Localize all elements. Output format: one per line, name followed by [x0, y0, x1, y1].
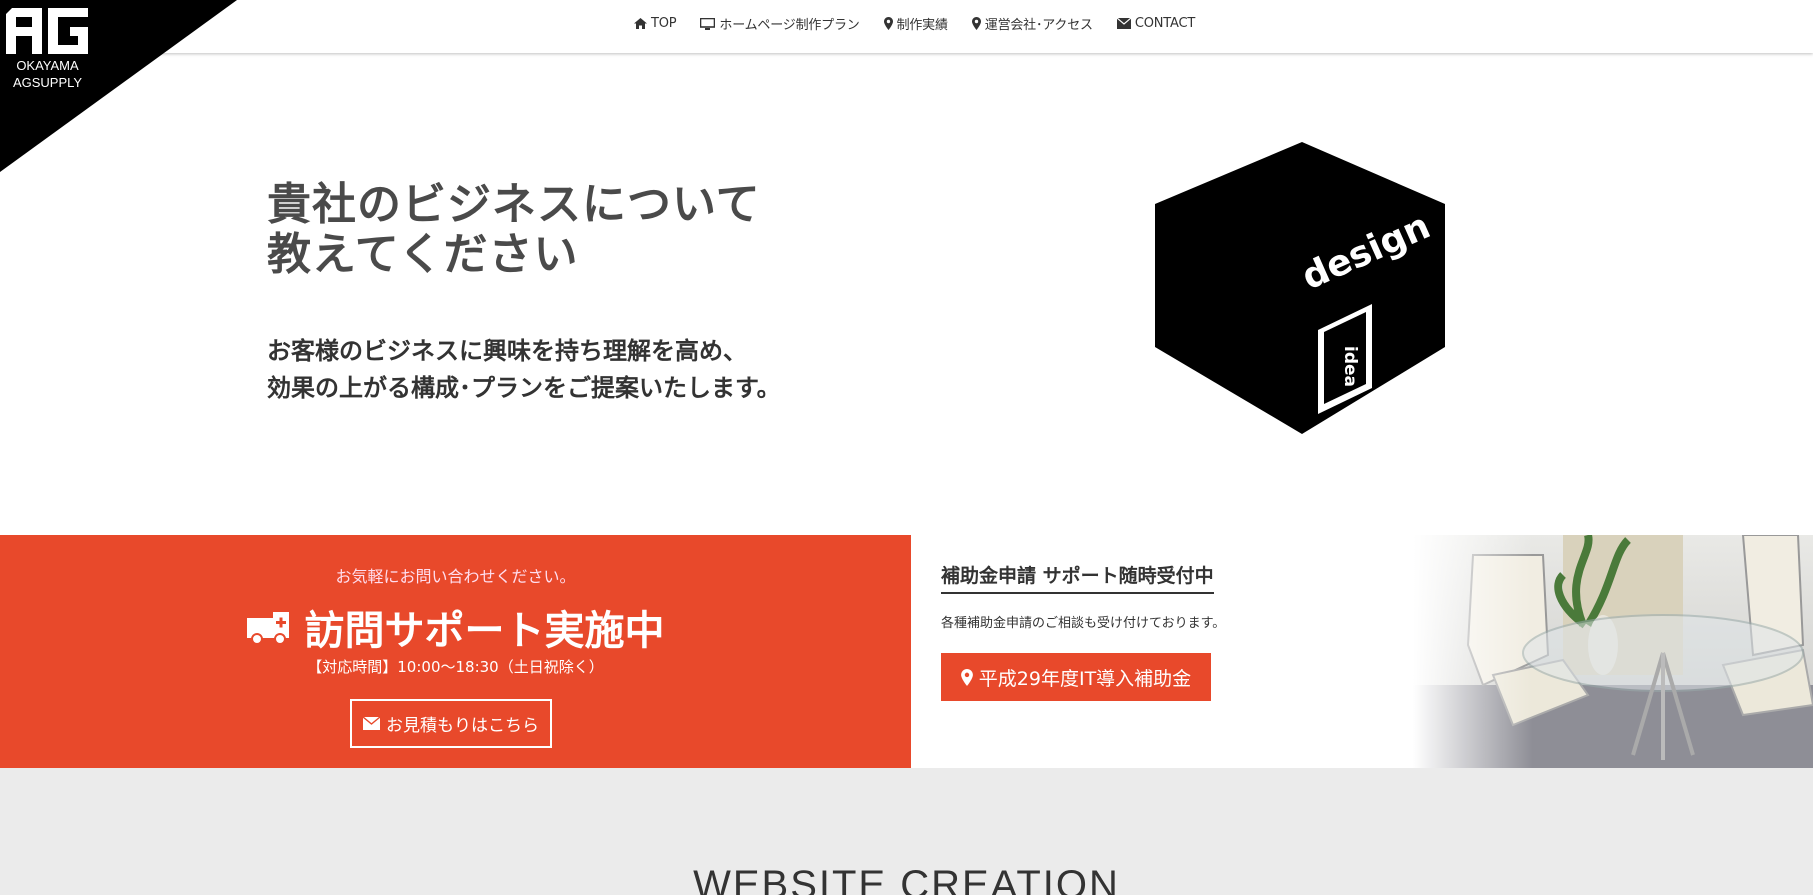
logo[interactable]: OKAYAMA AGSUPPLY — [0, 0, 240, 172]
hero-title-line1: 貴社のビジネスについて — [267, 179, 761, 230]
subsidy-section: 補助金申請 サポート随時受付中 各種補助金申請のご相談も受け付けております。 平… — [911, 535, 1813, 768]
support-hours: 【対応時間】10:00〜18:30（土日祝除く） — [307, 658, 604, 676]
hero-subtitle-line2: 効果の上がる構成･プランをご提案いたします。 — [267, 374, 781, 402]
logo-text: OKAYAMA AGSUPPLY — [0, 57, 95, 91]
home-icon — [634, 18, 647, 29]
visit-support-section: お気軽にお問い合わせください。 訪問サポート実施中 【対応時間】10:00〜18… — [0, 535, 911, 768]
hero-title: 貴社のビジネスについて 教えてください — [267, 180, 761, 280]
it-subsidy-button-label: 平成29年度IT導入補助金 — [978, 667, 1192, 690]
office-chairs-photo — [1413, 535, 1813, 768]
subsidy-description: 各種補助金申請のご相談も受け付けております。 — [941, 616, 1226, 631]
nav-label: ホームページ制作プラン — [719, 18, 860, 33]
nav-item-company[interactable]: 運営会社･アクセス — [971, 14, 1093, 33]
subsidy-title: 補助金申請 サポート随時受付中 — [941, 561, 1214, 594]
website-creation-section: WEBSITE CREATION — [0, 768, 1813, 895]
nav-label: 運営会社･アクセス — [984, 18, 1093, 33]
main-nav: TOP ホームページ制作プラン 制作実績 運営会社･アクセス CONTACT — [634, 14, 1219, 33]
nav-item-contact[interactable]: CONTACT — [1116, 14, 1196, 33]
logo-ag-mark — [6, 8, 88, 54]
hero-subtitle-line1: お客様のビジネスに興味を持ち理解を高め、 — [267, 337, 747, 365]
support-title: 訪問サポート実施中 — [0, 598, 911, 656]
page: TOP ホームページ制作プラン 制作実績 運営会社･アクセス CONTACT O… — [0, 0, 1813, 895]
envelope-icon — [1116, 18, 1131, 29]
envelope-icon — [363, 717, 380, 730]
logo-line2: AGSUPPLY — [12, 75, 83, 90]
section-heading: WEBSITE CREATION — [693, 863, 1120, 895]
hero-title-line2: 教えてください — [267, 229, 579, 280]
logo-line1: OKAYAMA — [16, 58, 79, 73]
map-marker-icon — [883, 17, 893, 30]
ambulance-icon — [246, 612, 289, 644]
header: TOP ホームページ制作プラン 制作実績 運営会社･アクセス CONTACT — [0, 0, 1813, 53]
support-invite-text: お気軽にお問い合わせください。 — [335, 567, 576, 586]
hero-subtitle: お客様のビジネスに興味を持ち理解を高め、 効果の上がる構成･プランをご提案いたし… — [267, 333, 781, 407]
map-marker-icon — [960, 668, 973, 686]
monitor-icon — [700, 17, 716, 30]
estimate-button-label: お見積もりはこちら — [386, 716, 539, 736]
nav-item-plan[interactable]: ホームページ制作プラン — [700, 14, 860, 33]
design-cube-illustration: design idea — [1155, 142, 1445, 434]
support-title-text: 訪問サポート実施中 — [304, 608, 665, 654]
it-subsidy-button[interactable]: 平成29年度IT導入補助金 — [941, 653, 1211, 701]
map-marker-icon — [971, 17, 981, 30]
nav-item-top[interactable]: TOP — [634, 14, 677, 33]
nav-label: CONTACT — [1134, 16, 1196, 31]
nav-item-works[interactable]: 制作実績 — [883, 14, 948, 33]
nav-label: 制作実績 — [896, 18, 948, 33]
nav-label: TOP — [651, 16, 677, 31]
door-word: idea — [1340, 346, 1360, 387]
estimate-button[interactable]: お見積もりはこちら — [350, 699, 552, 748]
